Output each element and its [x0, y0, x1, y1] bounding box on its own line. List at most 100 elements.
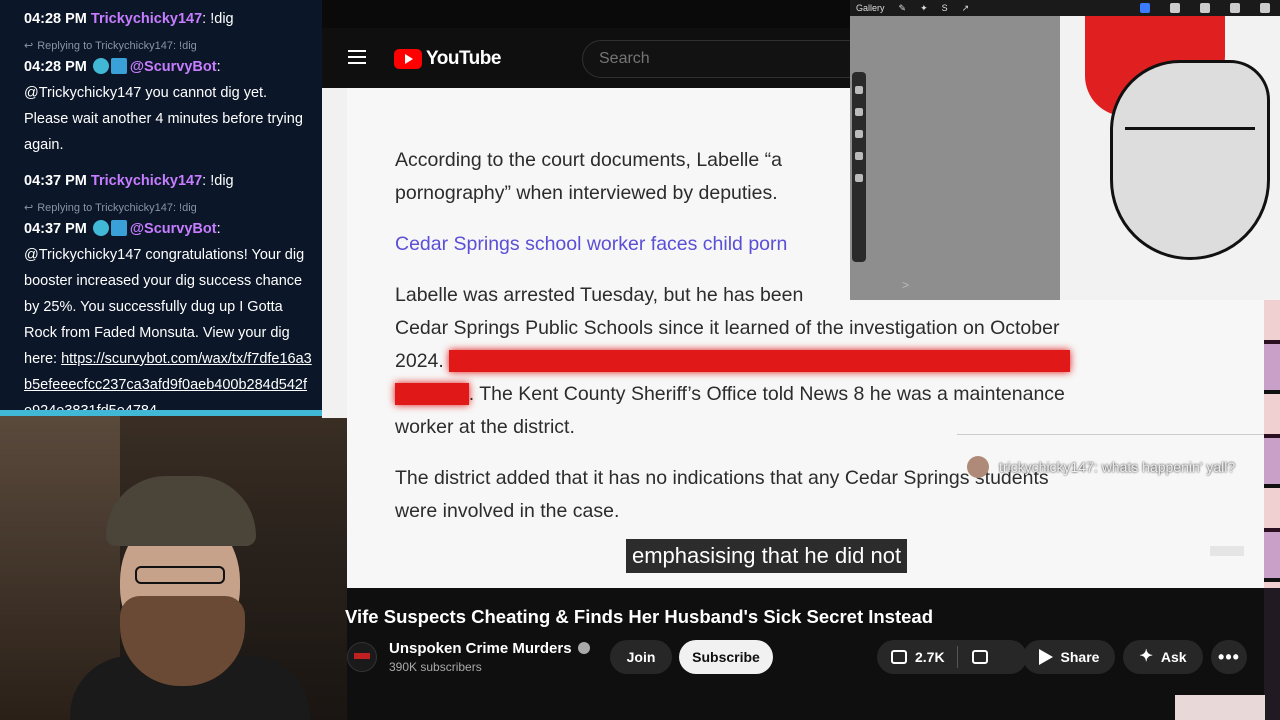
- like-dislike-group: 2.7K: [877, 640, 1027, 674]
- chat-message: 04:37 PM Trickychicky147: !dig: [24, 168, 314, 194]
- subscribe-button[interactable]: Subscribe: [679, 640, 773, 674]
- selection-icon[interactable]: S: [942, 3, 948, 13]
- chat-time: 04:37 PM: [24, 173, 87, 189]
- chat-text: @Trickychicky147 you cannot dig yet. Ple…: [24, 85, 303, 153]
- chat-username[interactable]: @ScurvyBot: [130, 221, 217, 237]
- video-title: Vife Suspects Cheating & Finds Her Husba…: [345, 606, 934, 627]
- comic-panel-corner: [1175, 695, 1265, 720]
- eraser-icon[interactable]: [1200, 3, 1210, 13]
- webcam-person-glasses: [135, 566, 225, 584]
- artwork-teeth: [1125, 90, 1255, 130]
- chat-overlay: 04:28 PM Trickychicky147: !dig ↩ Replying…: [0, 0, 322, 416]
- gallery-button[interactable]: Gallery: [856, 3, 885, 13]
- chat-username[interactable]: Trickychicky147: [91, 11, 202, 27]
- subscriber-count: 390K subscribers: [389, 660, 482, 674]
- reply-text: Replying to Trickychicky147: !dig: [37, 202, 197, 214]
- badge-icon: [110, 220, 127, 236]
- chat-username[interactable]: Trickychicky147: [91, 173, 202, 189]
- wrench-icon[interactable]: ✎: [899, 3, 907, 14]
- thumb-down-icon[interactable]: [971, 650, 988, 664]
- chat-message: 04:37 PM @ScurvyBot:: [24, 220, 221, 237]
- transform-icon[interactable]: ↗: [962, 3, 970, 14]
- overlay-divider: [957, 434, 1264, 435]
- bot-icon: [92, 220, 109, 236]
- bot-icon: [92, 58, 109, 74]
- hamburger-menu-icon[interactable]: [348, 50, 366, 64]
- smudge-icon[interactable]: [1170, 3, 1180, 13]
- article-text: The district added that it has no indica…: [395, 467, 1049, 489]
- webcam-feed: [0, 416, 347, 720]
- redo-icon[interactable]: [855, 174, 863, 182]
- thumb-up-icon[interactable]: [891, 650, 907, 664]
- article-text: According to the court documents, Labell…: [395, 149, 782, 171]
- undo-icon[interactable]: [855, 152, 863, 160]
- article-text: Cedar Springs Public Schools since it le…: [395, 317, 1060, 339]
- ask-button[interactable]: ✦ Ask: [1123, 640, 1203, 674]
- youtube-logo[interactable]: YouTube: [394, 48, 501, 70]
- ask-label: Ask: [1160, 649, 1187, 665]
- drawing-app-panel: Gallery ✎ ✦ S ↗ >: [850, 0, 1280, 300]
- color-icon[interactable]: [1260, 3, 1270, 13]
- channel-name[interactable]: Unspoken Crime Murders: [389, 640, 590, 657]
- highlighted-text: students: [395, 383, 469, 405]
- chat-text: : !dig: [202, 11, 234, 27]
- article-paragraph: Labelle was arrested Tuesday, but he has…: [395, 279, 1215, 444]
- floating-chat-text: trickychicky147: whats happenin' yall?: [999, 459, 1236, 475]
- reply-icon: ↩: [24, 40, 34, 52]
- modify-icon[interactable]: [855, 108, 863, 116]
- video-info: Vife Suspects Cheating & Finds Her Husba…: [345, 588, 1264, 720]
- share-label: Share: [1060, 649, 1100, 665]
- channel-name-text: Unspoken Crime Murders: [389, 640, 572, 657]
- chat-message: 04:28 PM Trickychicky147: !dig: [24, 6, 314, 32]
- article-text: pornography” when interviewed by deputie…: [395, 182, 778, 204]
- share-button[interactable]: Share: [1023, 640, 1115, 674]
- channel-avatar[interactable]: [347, 642, 377, 672]
- chat-text: @Trickychicky147 congratulations! Your d…: [24, 242, 314, 416]
- chat-time: 04:28 PM: [24, 11, 87, 27]
- channel-watermark: [1210, 546, 1244, 556]
- article-text: . The Kent County Sheriff’s Office told …: [468, 383, 1065, 405]
- share-icon: [1038, 649, 1053, 665]
- dig-link[interactable]: https://scurvybot.com/wax/tx/f7dfe16a3b5…: [24, 351, 312, 416]
- brush-size-slider[interactable]: [855, 86, 863, 94]
- more-actions-button[interactable]: •••: [1211, 640, 1247, 674]
- article-text: 2024.: [395, 350, 449, 372]
- video-caption: emphasising that he did not: [626, 539, 908, 573]
- webcam-person-hat: [106, 476, 256, 546]
- sparkle-icon: ✦: [1139, 648, 1153, 665]
- chat-avatar: [967, 456, 989, 478]
- chat-message: 04:28 PM @ScurvyBot:: [24, 58, 221, 75]
- like-count[interactable]: 2.7K: [915, 649, 945, 665]
- chat-text: : !dig: [202, 173, 234, 189]
- screen: 04:28 PM Trickychicky147: !dig ↩ Replying…: [0, 0, 1280, 720]
- reply-context: ↩ Replying to Trickychicky147: !dig: [24, 200, 314, 216]
- arrow-right-icon[interactable]: >: [902, 278, 909, 292]
- youtube-play-icon: [394, 49, 422, 69]
- article-text: were involved in the case.: [395, 500, 620, 522]
- reply-text: Replying to Trickychicky147: !dig: [37, 40, 197, 52]
- chat-time: 04:37 PM: [24, 221, 87, 237]
- more-icon: •••: [1218, 646, 1240, 667]
- chat-text-body: @Trickychicky147 congratulations! Your d…: [24, 247, 305, 367]
- join-button[interactable]: Join: [610, 640, 672, 674]
- badge-icon: [110, 58, 127, 74]
- verified-icon: [577, 642, 590, 654]
- chat-time: 04:28 PM: [24, 59, 87, 75]
- youtube-logo-text: YouTube: [426, 48, 501, 69]
- drawing-tools: [1130, 0, 1280, 16]
- drawing-sidebar: [852, 72, 866, 262]
- brush-icon[interactable]: [1140, 3, 1150, 13]
- reply-icon: ↩: [24, 202, 34, 214]
- reply-context: ↩ Replying to Trickychicky147: !dig: [24, 38, 314, 54]
- article-text: worker at the district.: [395, 416, 575, 438]
- article-text: Labelle was arrested Tuesday, but he has…: [395, 284, 804, 306]
- highlighted-text: The district said in a letter to familie…: [448, 350, 1070, 372]
- comic-strip-bottom: [1264, 588, 1280, 720]
- layers-icon[interactable]: [1230, 3, 1240, 13]
- chat-username[interactable]: @ScurvyBot: [130, 59, 217, 75]
- search-input[interactable]: [582, 40, 862, 78]
- floating-chat-message: trickychicky147: whats happenin' yall?: [967, 456, 1235, 478]
- like-divider: [956, 646, 958, 668]
- opacity-slider[interactable]: [855, 130, 863, 138]
- adjust-icon[interactable]: ✦: [920, 3, 928, 14]
